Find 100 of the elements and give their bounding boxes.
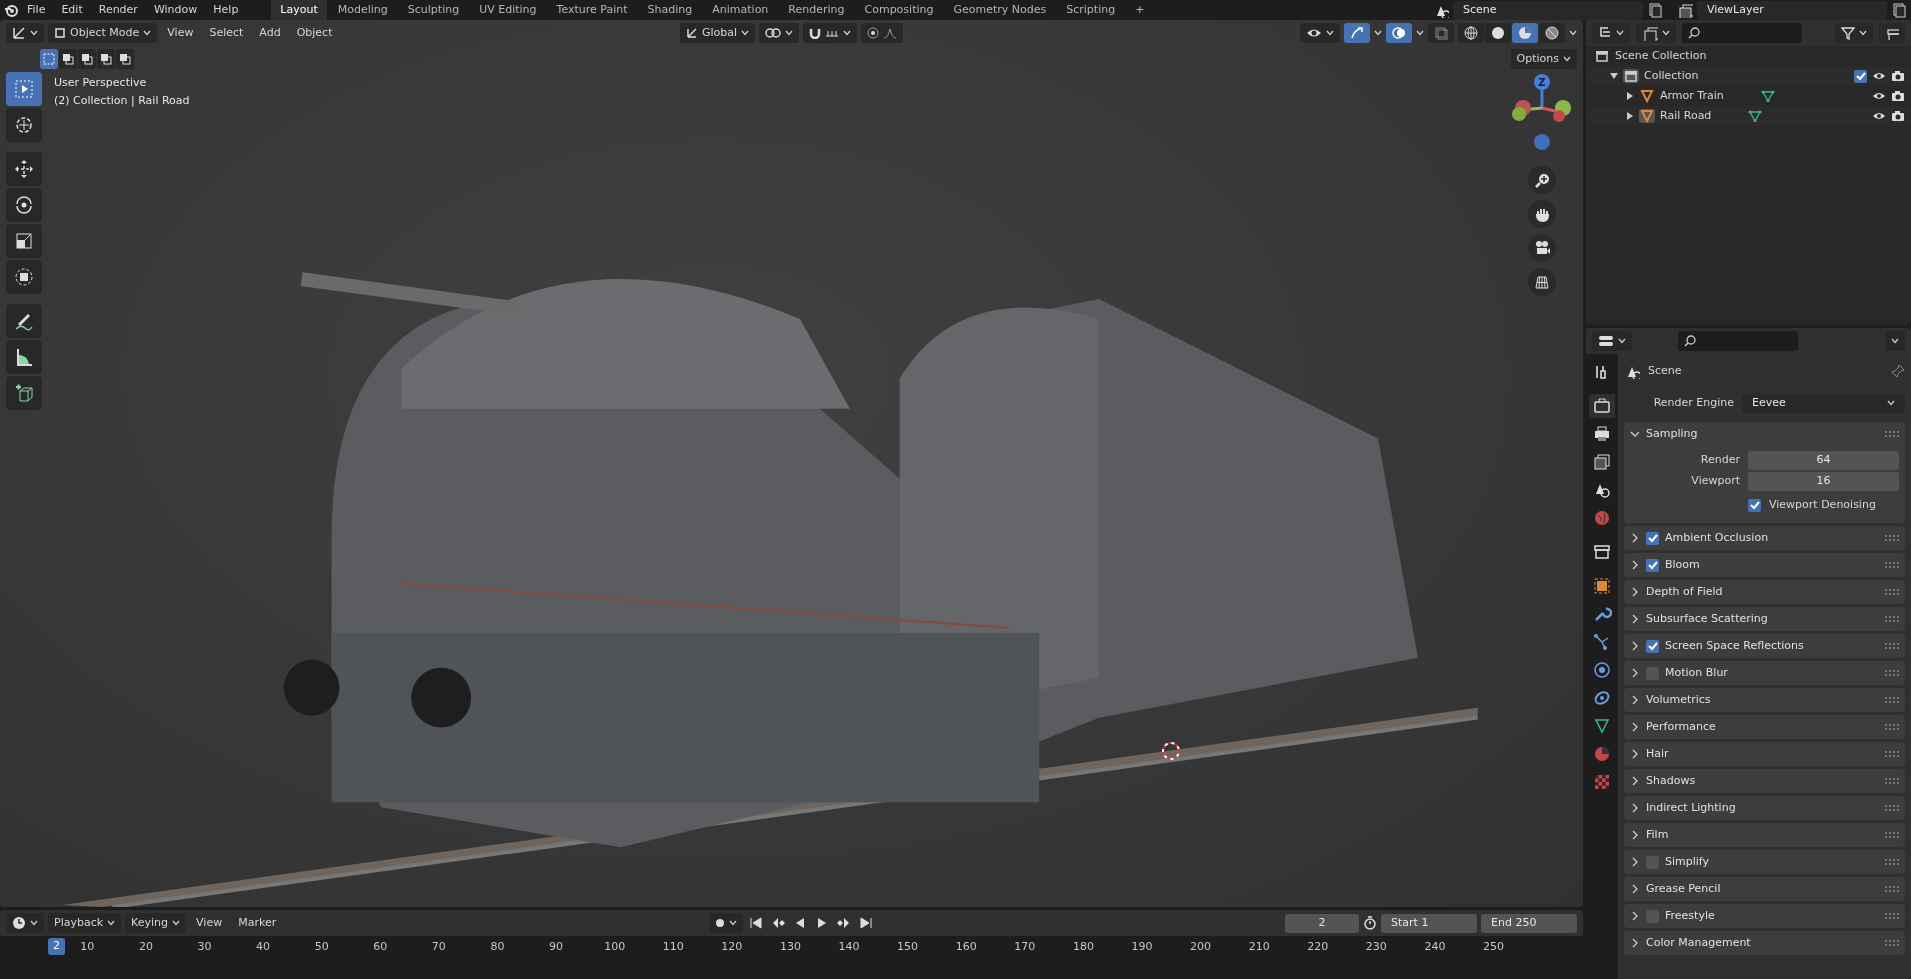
chevron-down-icon[interactable] bbox=[1630, 429, 1640, 439]
cursor-tool-button[interactable] bbox=[6, 108, 42, 142]
menu-item[interactable]: File bbox=[20, 0, 53, 20]
editor-type-button[interactable] bbox=[1592, 331, 1632, 351]
shading-mode-button[interactable] bbox=[1485, 23, 1511, 43]
panel-title[interactable]: Freestyle bbox=[1665, 907, 1715, 925]
scene-selector[interactable]: Scene bbox=[1453, 0, 1643, 20]
workspace-tab[interactable]: Rendering bbox=[779, 0, 854, 21]
current-frame-field[interactable]: 2 bbox=[1285, 913, 1359, 933]
panel-title[interactable]: Film bbox=[1646, 826, 1669, 844]
chevron-right-icon[interactable] bbox=[1630, 587, 1640, 597]
playhead-marker[interactable]: 2 bbox=[48, 938, 65, 955]
transform-tool-button[interactable] bbox=[6, 260, 42, 294]
workspace-tab[interactable]: Compositing bbox=[855, 0, 943, 21]
blender-logo-icon[interactable] bbox=[4, 3, 18, 17]
panel-title[interactable]: Hair bbox=[1646, 745, 1669, 763]
xray-toggle[interactable] bbox=[1428, 23, 1454, 43]
drag-handle-icon[interactable] bbox=[1885, 724, 1899, 730]
panel-title[interactable]: Simplify bbox=[1665, 853, 1710, 871]
menu-item[interactable]: View bbox=[161, 24, 200, 42]
eye-icon[interactable] bbox=[1872, 111, 1886, 121]
workspace-tab[interactable]: Shading bbox=[638, 0, 702, 21]
copy-icon[interactable] bbox=[1647, 2, 1663, 18]
navigation-gizmo[interactable] bbox=[1512, 74, 1571, 150]
record-button[interactable] bbox=[708, 913, 743, 933]
workspace-tab[interactable]: Modeling bbox=[328, 0, 397, 21]
drag-handle-icon[interactable] bbox=[1885, 751, 1899, 757]
move-tool-button[interactable] bbox=[6, 152, 42, 186]
scale-tool-button[interactable] bbox=[6, 224, 42, 258]
chevron-right-icon[interactable] bbox=[1630, 722, 1640, 732]
selection-mode-button[interactable] bbox=[78, 49, 96, 69]
chevron-right-icon[interactable] bbox=[1630, 641, 1640, 651]
drag-handle-icon[interactable] bbox=[1885, 535, 1899, 541]
drag-handle-icon[interactable] bbox=[1885, 859, 1899, 865]
option-checkbox[interactable] bbox=[1748, 498, 1761, 512]
drag-handle-icon[interactable] bbox=[1885, 886, 1899, 892]
shading-mode-button[interactable] bbox=[1512, 23, 1538, 43]
chevron-right-icon[interactable] bbox=[1630, 884, 1640, 894]
proportional-edit-button[interactable] bbox=[861, 23, 904, 43]
add-workspace-button[interactable]: + bbox=[1126, 0, 1154, 21]
snap-button[interactable] bbox=[803, 23, 858, 43]
triangle-icon[interactable] bbox=[1639, 109, 1655, 123]
menu-item[interactable]: Render bbox=[91, 0, 145, 20]
workspace-tab[interactable]: Geometry Nodes bbox=[944, 0, 1056, 21]
annotate-tool-button[interactable] bbox=[6, 304, 42, 338]
drag-handle-icon[interactable] bbox=[1885, 616, 1899, 622]
workspace-tab[interactable]: Texture Paint bbox=[547, 0, 637, 21]
camera-icon[interactable] bbox=[1891, 70, 1905, 82]
chevron-right-icon[interactable] bbox=[1630, 533, 1640, 543]
exclude-checkbox[interactable] bbox=[1854, 69, 1867, 83]
shading-mode-button[interactable] bbox=[1458, 23, 1484, 43]
image-stack-icon[interactable] bbox=[1677, 2, 1693, 18]
triangle-icon[interactable] bbox=[1639, 89, 1655, 103]
mesh-data-icon[interactable] bbox=[1760, 90, 1775, 102]
chevron-right-icon[interactable] bbox=[1630, 695, 1640, 705]
chevron-right-icon[interactable] bbox=[1630, 830, 1640, 840]
outliner-item-label[interactable]: Scene Collection bbox=[1615, 47, 1707, 65]
panel-checkbox[interactable] bbox=[1646, 639, 1659, 653]
menu-item[interactable]: Select bbox=[203, 24, 250, 42]
chevron-right-icon[interactable] bbox=[1630, 776, 1640, 786]
outliner-item-label[interactable]: Collection bbox=[1644, 67, 1699, 85]
collapsed-arrow-icon[interactable] bbox=[1626, 112, 1634, 120]
properties-tab[interactable] bbox=[1589, 394, 1615, 418]
eye-icon[interactable] bbox=[1872, 91, 1886, 101]
pivot-dropdown[interactable] bbox=[759, 23, 800, 43]
menu-item[interactable]: Edit bbox=[54, 0, 90, 20]
camera-icon[interactable] bbox=[1891, 90, 1905, 102]
zoom-button[interactable] bbox=[1528, 166, 1556, 194]
orientation-dropdown[interactable]: Global bbox=[679, 23, 756, 43]
orthographic-toggle[interactable] bbox=[1528, 268, 1556, 296]
chevron-right-icon[interactable] bbox=[1630, 749, 1640, 759]
outliner-item-label[interactable]: Armor Train bbox=[1660, 87, 1724, 105]
visibility-dropdown[interactable] bbox=[1300, 23, 1340, 43]
panel-checkbox[interactable] bbox=[1646, 558, 1659, 572]
camera-view-button[interactable] bbox=[1528, 234, 1556, 262]
editor-type-button[interactable] bbox=[6, 23, 44, 43]
collapsed-arrow-icon[interactable] bbox=[1626, 92, 1634, 100]
chevron-right-icon[interactable] bbox=[1630, 668, 1640, 678]
checkbox-label[interactable]: Viewport Denoising bbox=[1769, 496, 1876, 514]
search-field[interactable] bbox=[1682, 23, 1802, 43]
drag-handle-icon[interactable] bbox=[1885, 940, 1899, 946]
workspace-tab[interactable]: Scripting bbox=[1057, 0, 1125, 21]
display-mode-dropdown[interactable] bbox=[1592, 23, 1630, 43]
chevron-right-icon[interactable] bbox=[1630, 614, 1640, 624]
rotate-tool-button[interactable] bbox=[6, 188, 42, 222]
panel-title[interactable]: Performance bbox=[1646, 718, 1716, 736]
view-layer-selector[interactable]: ViewLayer bbox=[1697, 0, 1887, 20]
workspace-tab[interactable]: Sculpting bbox=[398, 0, 469, 21]
menu-item[interactable]: Marker bbox=[232, 914, 283, 932]
drag-handle-icon[interactable] bbox=[1885, 913, 1899, 919]
menu-item[interactable]: Help bbox=[206, 0, 246, 20]
outliner-item-label[interactable]: Rail Road bbox=[1660, 107, 1712, 125]
workspace-tab[interactable]: Animation bbox=[703, 0, 778, 21]
render-engine-dropdown[interactable]: Eevee bbox=[1742, 393, 1905, 413]
overlays-toggle[interactable] bbox=[1386, 23, 1412, 43]
end-frame-field[interactable]: End 250 bbox=[1481, 913, 1577, 933]
selection-mode-button[interactable] bbox=[59, 49, 77, 69]
measure-tool-button[interactable] bbox=[6, 340, 42, 374]
drag-handle-icon[interactable] bbox=[1885, 805, 1899, 811]
search-field[interactable] bbox=[1678, 331, 1798, 351]
